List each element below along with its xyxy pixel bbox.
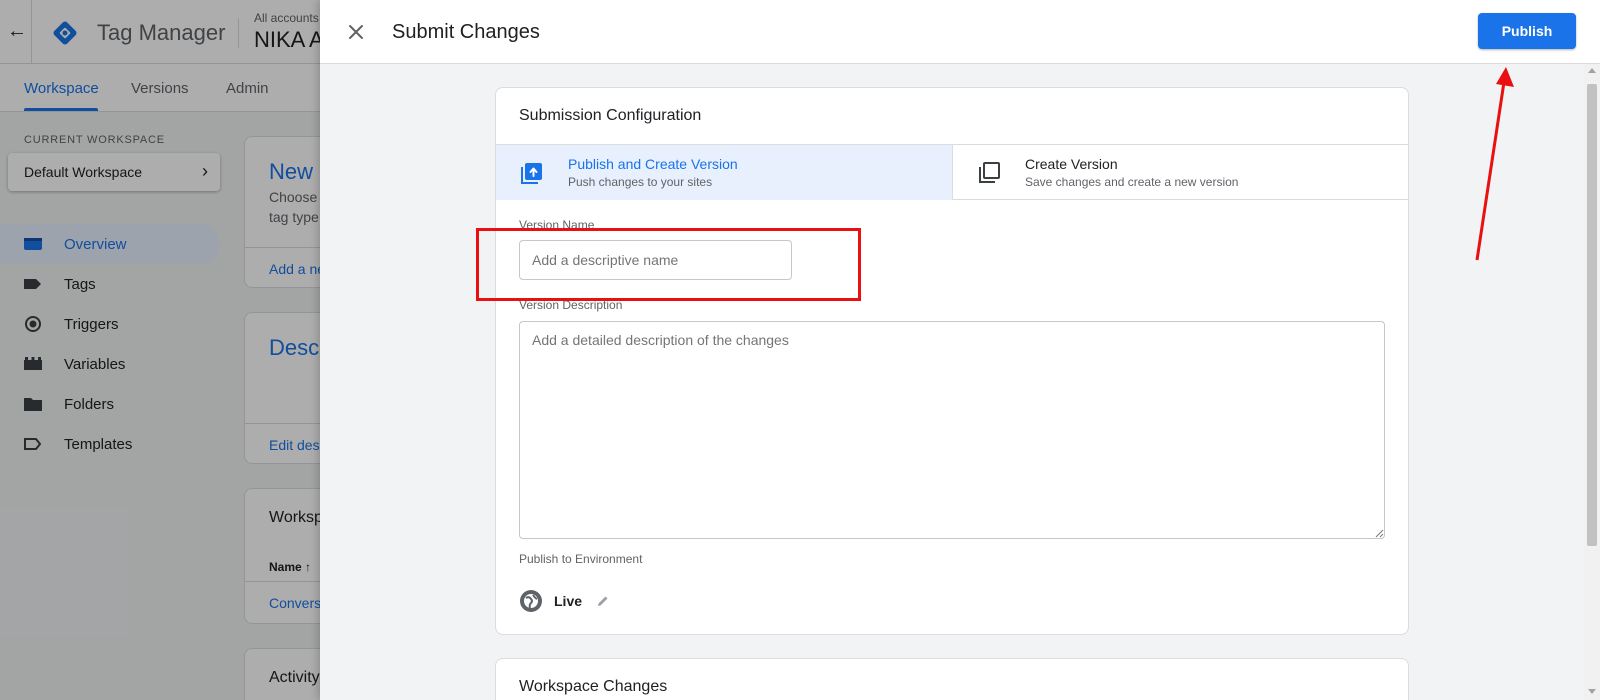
scroll-up-arrow-icon[interactable] xyxy=(1588,68,1596,73)
option-subtitle: Save changes and create a new version xyxy=(1025,175,1239,189)
close-icon[interactable] xyxy=(344,20,368,44)
scroll-down-arrow-icon[interactable] xyxy=(1588,689,1596,694)
scrollbar[interactable] xyxy=(1584,64,1600,700)
workspace-changes-title: Workspace Changes xyxy=(519,678,668,695)
globe-icon xyxy=(520,590,542,612)
option-title: Publish and Create Version xyxy=(568,156,738,172)
resize-handle-icon[interactable] xyxy=(1374,528,1384,538)
publish-environment-label: Publish to Environment xyxy=(519,552,643,566)
option-title: Create Version xyxy=(1025,156,1118,172)
submit-changes-panel: Submit Changes Publish Submission Config… xyxy=(320,0,1600,700)
pencil-edit-icon[interactable] xyxy=(595,593,611,609)
panel-header: Submit Changes Publish xyxy=(320,0,1600,64)
version-description-input[interactable] xyxy=(519,321,1385,539)
annotation-arrow-icon xyxy=(1475,67,1514,261)
panel-title: Submit Changes xyxy=(392,21,540,43)
scrollbar-thumb[interactable] xyxy=(1587,84,1597,546)
copy-icon xyxy=(979,162,1000,183)
option-create-version[interactable]: Create Version Save changes and create a… xyxy=(952,145,1408,200)
publish-icon xyxy=(521,163,542,184)
option-subtitle: Push changes to your sites xyxy=(568,175,713,189)
submission-configuration-title: Submission Configuration xyxy=(519,107,702,124)
publish-button[interactable]: Publish xyxy=(1478,13,1576,49)
annotation-highlight-box xyxy=(476,228,861,301)
submission-type-options: Publish and Create Version Push changes … xyxy=(496,144,1408,200)
submission-configuration-card: Submission Configuration Publish and Cre… xyxy=(495,87,1409,635)
environment-name: Live xyxy=(554,593,583,609)
workspace-changes-card: Workspace Changes xyxy=(495,658,1409,700)
option-publish-and-create-version[interactable]: Publish and Create Version Push changes … xyxy=(496,145,952,200)
